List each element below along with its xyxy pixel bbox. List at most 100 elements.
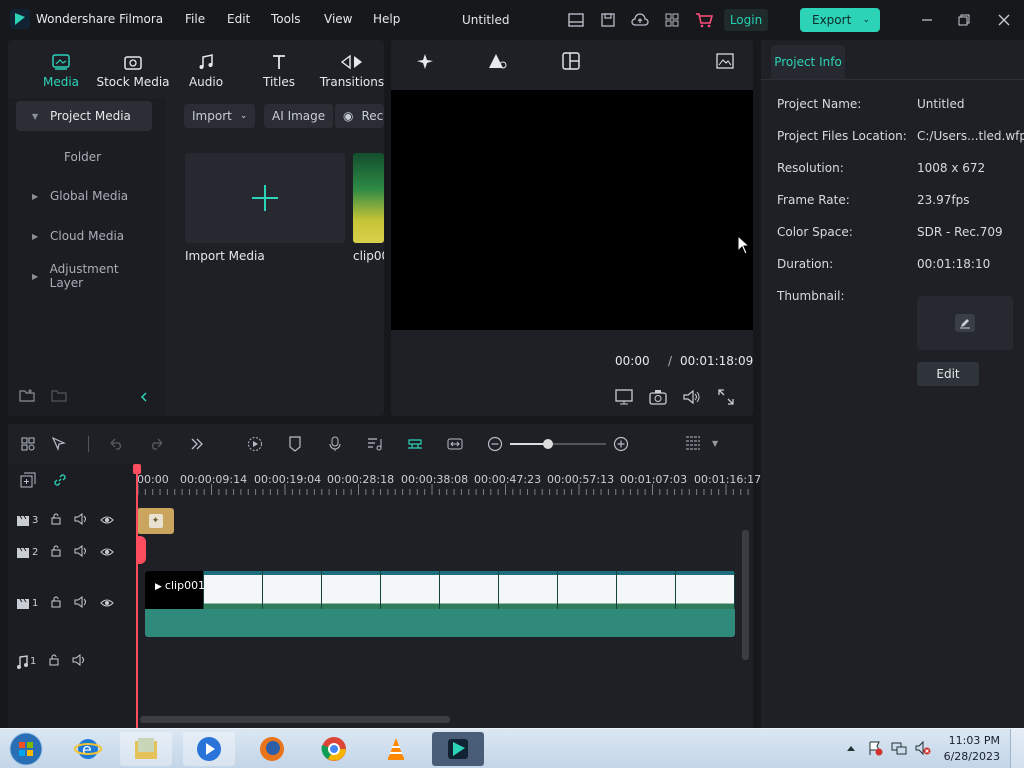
- sidebar-item-global-media[interactable]: ▶ Global Media: [16, 181, 152, 211]
- zoom-slider-handle[interactable]: [543, 439, 553, 449]
- close-icon[interactable]: [995, 11, 1013, 29]
- snap-magnet-icon[interactable]: [406, 435, 424, 453]
- lock-icon[interactable]: [50, 596, 62, 611]
- fullscreen-icon[interactable]: [717, 388, 735, 406]
- effects-icon[interactable]: [415, 52, 435, 73]
- sidebar-item-project-media[interactable]: ▼ Project Media: [16, 101, 152, 131]
- time-separator: /: [668, 354, 673, 368]
- save-icon[interactable]: [599, 11, 617, 29]
- caret-down-icon[interactable]: ▼: [712, 439, 718, 448]
- vlc-icon[interactable]: [370, 732, 422, 766]
- folder-icon[interactable]: [51, 388, 67, 405]
- track-view-icon[interactable]: [684, 435, 702, 453]
- link-icon[interactable]: [51, 471, 69, 489]
- chevron-down-icon[interactable]: ⌄: [862, 15, 870, 25]
- undo-icon[interactable]: [108, 435, 126, 453]
- lock-icon[interactable]: [48, 654, 60, 669]
- show-hidden-icons-icon[interactable]: [843, 740, 859, 756]
- fit-timeline-icon[interactable]: [446, 435, 464, 453]
- menu-help[interactable]: Help: [373, 12, 400, 26]
- templates-icon[interactable]: [562, 52, 580, 73]
- layout-icon[interactable]: [567, 11, 585, 29]
- lock-icon[interactable]: [50, 513, 62, 528]
- preview-quality-icon[interactable]: [716, 53, 734, 72]
- filmora-taskbar-icon[interactable]: [432, 732, 484, 766]
- eye-icon[interactable]: [100, 597, 115, 611]
- edit-pencil-icon[interactable]: [955, 314, 975, 332]
- volume-icon[interactable]: [683, 388, 701, 406]
- sidebar-item-adjustment-layer[interactable]: ▶ Adjustment Layer: [16, 261, 152, 291]
- menu-edit[interactable]: Edit: [227, 12, 250, 26]
- speaker-icon[interactable]: [72, 654, 86, 669]
- thumbnail-box[interactable]: [917, 296, 1013, 350]
- lock-icon[interactable]: [50, 545, 62, 560]
- internet-explorer-icon[interactable]: e: [62, 732, 114, 766]
- more-tools-icon[interactable]: [188, 435, 206, 453]
- render-preview-icon[interactable]: [246, 435, 264, 453]
- layout-grid-icon[interactable]: [19, 435, 37, 453]
- playhead-handle[interactable]: [133, 464, 141, 474]
- eye-icon[interactable]: [100, 546, 115, 560]
- sidebar-folder[interactable]: Folder: [64, 150, 101, 164]
- effect-clip[interactable]: ✦: [137, 508, 174, 534]
- playhead-marker[interactable]: [136, 536, 146, 564]
- preview-screen[interactable]: [391, 90, 753, 330]
- vertical-scrollbar[interactable]: [742, 530, 749, 660]
- grid-apps-icon[interactable]: [663, 11, 681, 29]
- menu-view[interactable]: View: [324, 12, 352, 26]
- login-button[interactable]: Login: [724, 9, 768, 31]
- audio-mixer-icon[interactable]: [366, 435, 384, 453]
- tab-project-info[interactable]: Project Info: [771, 45, 845, 79]
- record-button[interactable]: ◉ Rec: [335, 104, 384, 128]
- info-key-duration: Duration:: [777, 257, 834, 271]
- media-player-icon[interactable]: [183, 732, 235, 766]
- import-media-card[interactable]: [185, 153, 345, 243]
- microphone-icon[interactable]: [326, 435, 344, 453]
- speaker-icon[interactable]: [74, 545, 88, 560]
- sidebar-item-cloud-media[interactable]: ▶ Cloud Media: [16, 221, 152, 251]
- import-button[interactable]: Import ⌄: [184, 104, 256, 128]
- display-settings-icon[interactable]: [615, 388, 633, 406]
- cart-icon[interactable]: [695, 11, 713, 29]
- video-clip[interactable]: [145, 571, 735, 637]
- zoom-out-icon[interactable]: [486, 435, 504, 453]
- ruler-label: 00:00:09:14: [180, 473, 248, 486]
- collapse-sidebar-icon[interactable]: [136, 389, 152, 405]
- cloud-upload-icon[interactable]: [631, 11, 649, 29]
- chrome-icon[interactable]: [308, 732, 360, 766]
- snapshot-camera-icon[interactable]: [649, 388, 667, 406]
- file-explorer-icon[interactable]: [120, 732, 172, 766]
- edit-thumbnail-button[interactable]: Edit: [917, 362, 979, 386]
- start-button[interactable]: [6, 730, 46, 768]
- export-button[interactable]: Export ⌄: [800, 8, 880, 32]
- menu-file[interactable]: File: [185, 12, 205, 26]
- horizontal-scrollbar[interactable]: [140, 716, 450, 723]
- add-track-icon[interactable]: [19, 471, 37, 489]
- eye-icon[interactable]: [100, 514, 115, 528]
- action-center-flag-icon[interactable]: [867, 740, 883, 756]
- zoom-slider[interactable]: [510, 439, 606, 449]
- marker-icon[interactable]: [286, 435, 304, 453]
- taskbar-clock[interactable]: 11:03 PM 6/28/2023: [930, 733, 1000, 765]
- tab-transitions[interactable]: Transitions: [307, 52, 397, 89]
- restore-icon[interactable]: [955, 11, 973, 29]
- clip-thumbnail[interactable]: [353, 153, 384, 243]
- speaker-icon[interactable]: [74, 513, 88, 528]
- stickers-icon[interactable]: [486, 52, 508, 73]
- volume-muted-icon[interactable]: [915, 740, 931, 756]
- menu-tools[interactable]: Tools: [271, 12, 301, 26]
- minimize-icon[interactable]: [918, 11, 936, 29]
- network-icon[interactable]: [891, 740, 907, 756]
- select-tool-icon[interactable]: [50, 435, 68, 453]
- zoom-in-icon[interactable]: [612, 435, 630, 453]
- show-desktop-button[interactable]: [1010, 729, 1024, 768]
- redo-icon[interactable]: [147, 435, 165, 453]
- speaker-icon[interactable]: [74, 596, 88, 611]
- effect-sparkle-icon: ✦: [148, 514, 163, 528]
- ai-image-button[interactable]: AI Image: [264, 104, 334, 128]
- clock-time: 11:03 PM: [948, 734, 1000, 747]
- new-folder-icon[interactable]: [19, 388, 35, 405]
- total-duration: 00:01:18:09: [680, 354, 754, 368]
- firefox-icon[interactable]: [246, 732, 298, 766]
- playhead[interactable]: [136, 466, 138, 728]
